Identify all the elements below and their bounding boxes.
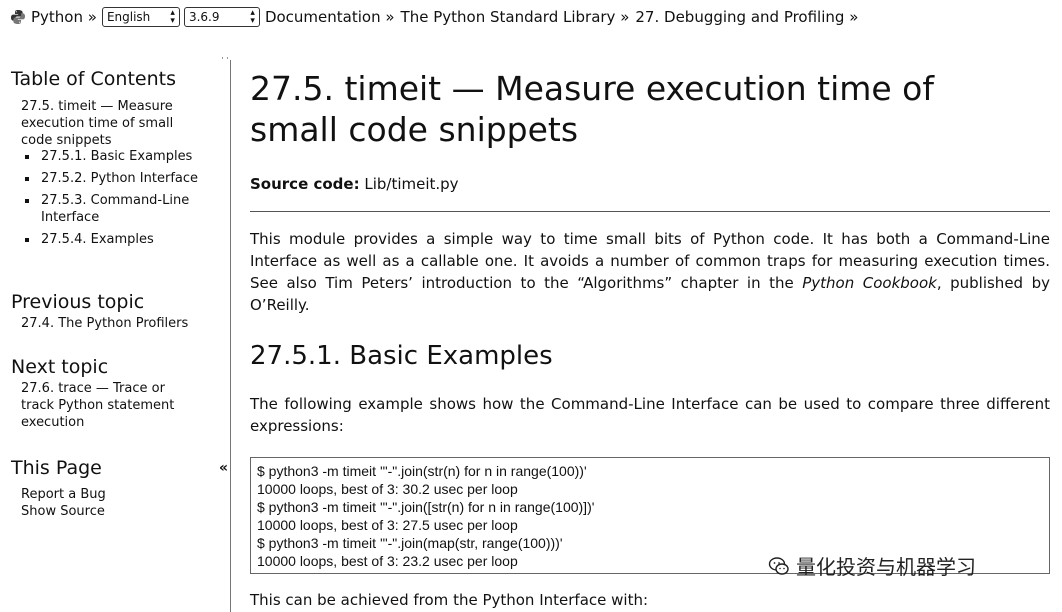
wechat-icon xyxy=(768,555,790,577)
after-code-paragraph: This can be achieved from the Python Int… xyxy=(250,591,649,609)
code-line: $ python3 -m timeit '"-".join(str(n) for… xyxy=(257,463,587,479)
breadcrumb-standard-library[interactable]: The Python Standard Library » xyxy=(401,8,630,26)
collapse-tick-icon: ˙˙ xyxy=(220,57,230,68)
watermark-text: 量化投资与机器学习 xyxy=(796,555,976,579)
code-line: 10000 loops, best of 3: 30.2 usec per lo… xyxy=(257,481,518,497)
code-line: 10000 loops, best of 3: 27.5 usec per lo… xyxy=(257,517,518,533)
sidebar-collapse-bar[interactable]: ˙˙ « xyxy=(219,57,231,612)
next-topic-link[interactable]: 27.6. trace — Trace or track Python stat… xyxy=(21,380,191,431)
report-bug-link-text[interactable]: Report a Bug xyxy=(21,487,106,502)
select-arrows-icon: ▴ ▾ xyxy=(250,8,255,26)
previous-topic-link-text[interactable]: 27.4. The Python Profilers xyxy=(21,316,188,331)
language-select[interactable]: English ▴ ▾ xyxy=(101,7,180,27)
show-source-link[interactable]: Show Source xyxy=(21,503,171,520)
previous-topic-link[interactable]: 27.4. The Python Profilers xyxy=(21,315,211,332)
toc-item[interactable]: 27.5.3. Command-Line Interface xyxy=(21,192,201,226)
breadcrumb-debugging-profiling[interactable]: 27. Debugging and Profiling » xyxy=(635,8,858,26)
source-code-label: Source code: xyxy=(250,175,360,193)
toc-item-link[interactable]: 27.5.1. Basic Examples xyxy=(41,149,192,164)
this-page-heading: This Page xyxy=(11,457,102,479)
source-code-link[interactable]: Lib/timeit.py xyxy=(364,175,458,193)
source-code-line: Source code: Lib/timeit.py xyxy=(250,175,459,193)
version-select-value: 3.6.9 xyxy=(188,10,220,24)
python-home-link[interactable]: Python » xyxy=(31,8,97,26)
toc-item[interactable]: 27.5.2. Python Interface xyxy=(21,170,201,187)
python-logo-icon[interactable] xyxy=(10,9,26,25)
toc-heading: Table of Contents xyxy=(11,68,176,90)
code-line: $ python3 -m timeit '"-".join([str(n) fo… xyxy=(257,499,595,515)
show-source-link-text[interactable]: Show Source xyxy=(21,504,105,519)
code-line: $ python3 -m timeit '"-".join(map(str, r… xyxy=(257,535,563,551)
toc-main-link-text[interactable]: 27.5. timeit — Measure execution time of… xyxy=(21,99,173,148)
intro-paragraph: This module provides a simple way to tim… xyxy=(250,228,1050,316)
toc-list: 27.5.1. Basic Examples 27.5.2. Python In… xyxy=(21,148,201,253)
previous-topic-heading: Previous topic xyxy=(11,291,145,313)
toc-main-link[interactable]: 27.5. timeit — Measure execution time of… xyxy=(21,98,191,149)
page-title: 27.5. timeit — Measure execution time of… xyxy=(250,69,934,149)
divider xyxy=(250,211,1050,212)
toc-item-link[interactable]: 27.5.4. Examples xyxy=(41,232,154,247)
breadcrumb-documentation[interactable]: Documentation » xyxy=(265,8,395,26)
toc-item[interactable]: 27.5.1. Basic Examples xyxy=(21,148,201,165)
next-topic-heading: Next topic xyxy=(11,356,109,378)
top-navigation-bar: Python » English ▴ ▾ 3.6.9 ▴ ▾ Documentati… xyxy=(0,0,1062,34)
watermark: 量化投资与机器学习 xyxy=(768,551,976,580)
toc-item-link[interactable]: 27.5.2. Python Interface xyxy=(41,171,198,186)
breadcrumb: Documentation » The Python Standard Libr… xyxy=(265,8,858,26)
this-page-list: Report a Bug Show Source xyxy=(21,486,171,520)
select-arrows-icon: ▴ ▾ xyxy=(170,8,175,26)
toc-item-link[interactable]: 27.5.3. Command-Line Interface xyxy=(41,193,189,225)
section-heading: 27.5.1. Basic Examples xyxy=(250,341,553,371)
version-select[interactable]: 3.6.9 ▴ ▾ xyxy=(183,7,260,27)
collapse-sidebar-button[interactable]: « xyxy=(219,460,228,476)
report-bug-link[interactable]: Report a Bug xyxy=(21,486,171,503)
next-topic-link-text[interactable]: 27.6. trace — Trace or track Python stat… xyxy=(21,381,174,430)
section-intro-paragraph: The following example shows how the Comm… xyxy=(250,395,1050,435)
cookbook-title: Python Cookbook xyxy=(802,274,937,292)
toc-item[interactable]: 27.5.4. Examples xyxy=(21,231,201,248)
language-select-value: English xyxy=(106,10,151,24)
